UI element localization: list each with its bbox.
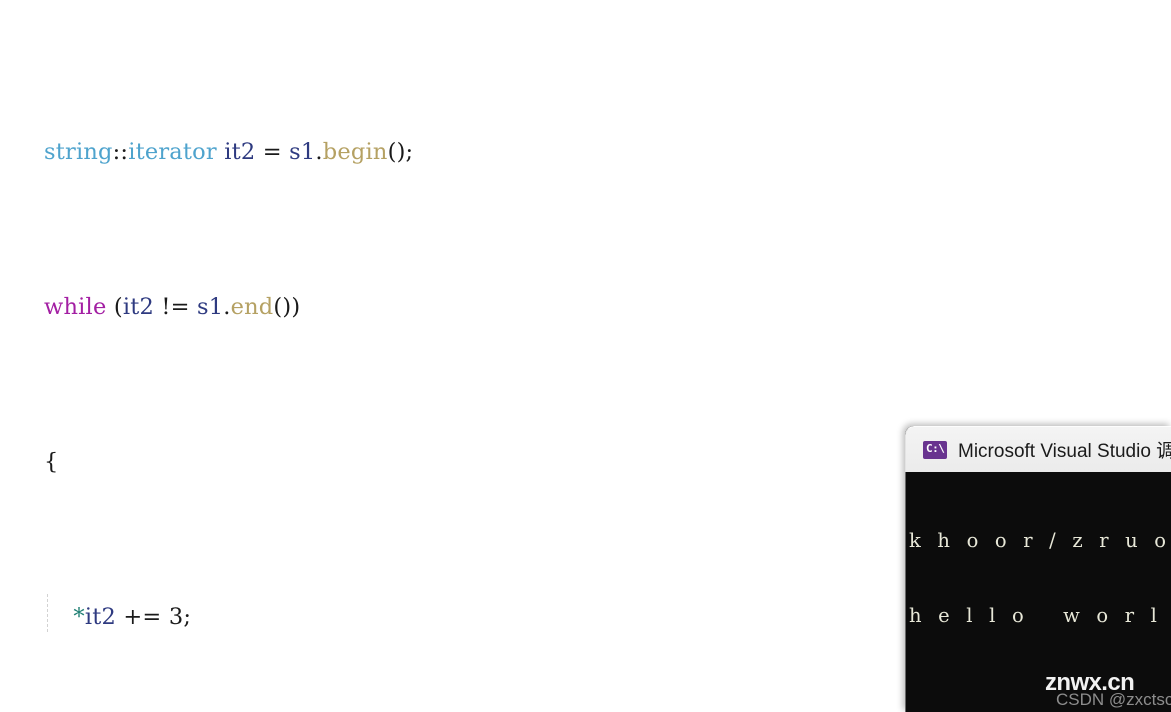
token-function: begin	[322, 139, 388, 166]
token-variable: it2	[122, 293, 154, 320]
token-keyword: while	[44, 293, 107, 320]
token-variable: it2	[224, 139, 256, 166]
token-punct: ())	[273, 293, 301, 320]
console-titlebar[interactable]: C:\ Microsoft Visual Studio 调试	[905, 426, 1171, 472]
console-output[interactable]: k h o o r / z r u o g h e l l o w o r l …	[905, 472, 1171, 712]
token-scope-operator: ::	[112, 139, 129, 166]
cmd-icon-label: C:\	[926, 441, 945, 455]
token-assign: =	[255, 139, 290, 166]
console-line: k h o o r / z r u o g	[909, 529, 1171, 552]
token-plus-assign: +=	[116, 603, 169, 630]
token-brace-open: {	[44, 448, 59, 475]
token-number: 3	[168, 603, 184, 630]
console-line: h e l l o w o r l d	[909, 604, 1171, 627]
console-window[interactable]: C:\ Microsoft Visual Studio 调试 k h o o r…	[905, 426, 1171, 712]
code-line: string::iterator it2 = s1.begin();	[44, 133, 1171, 172]
token-function: end	[230, 293, 274, 320]
token-type: string	[44, 139, 113, 166]
token-type: iterator	[128, 139, 217, 166]
token-dot: .	[315, 139, 323, 166]
token-semicolon: ;	[183, 603, 192, 630]
token-variable: it2	[84, 603, 117, 630]
screenshot-root: string::iterator it2 = s1.begin(); while…	[0, 0, 1171, 712]
watermark-author: CSDN @zxctscl	[1056, 690, 1171, 709]
console-title: Microsoft Visual Studio 调试	[958, 441, 1171, 462]
token-not-equal: !=	[153, 293, 197, 320]
cmd-prompt-icon: C:\	[923, 440, 947, 459]
token-operator: *	[73, 603, 85, 630]
code-line: while (it2 != s1.end())	[44, 288, 1171, 327]
token-dot: .	[223, 293, 231, 320]
token-variable: s1	[196, 293, 224, 320]
token-variable: s1	[289, 139, 316, 166]
watermark: znwx.cn CSDN @zxctscl	[1018, 667, 1171, 711]
token-punct: (	[106, 293, 123, 320]
token-punct: ();	[387, 139, 414, 166]
